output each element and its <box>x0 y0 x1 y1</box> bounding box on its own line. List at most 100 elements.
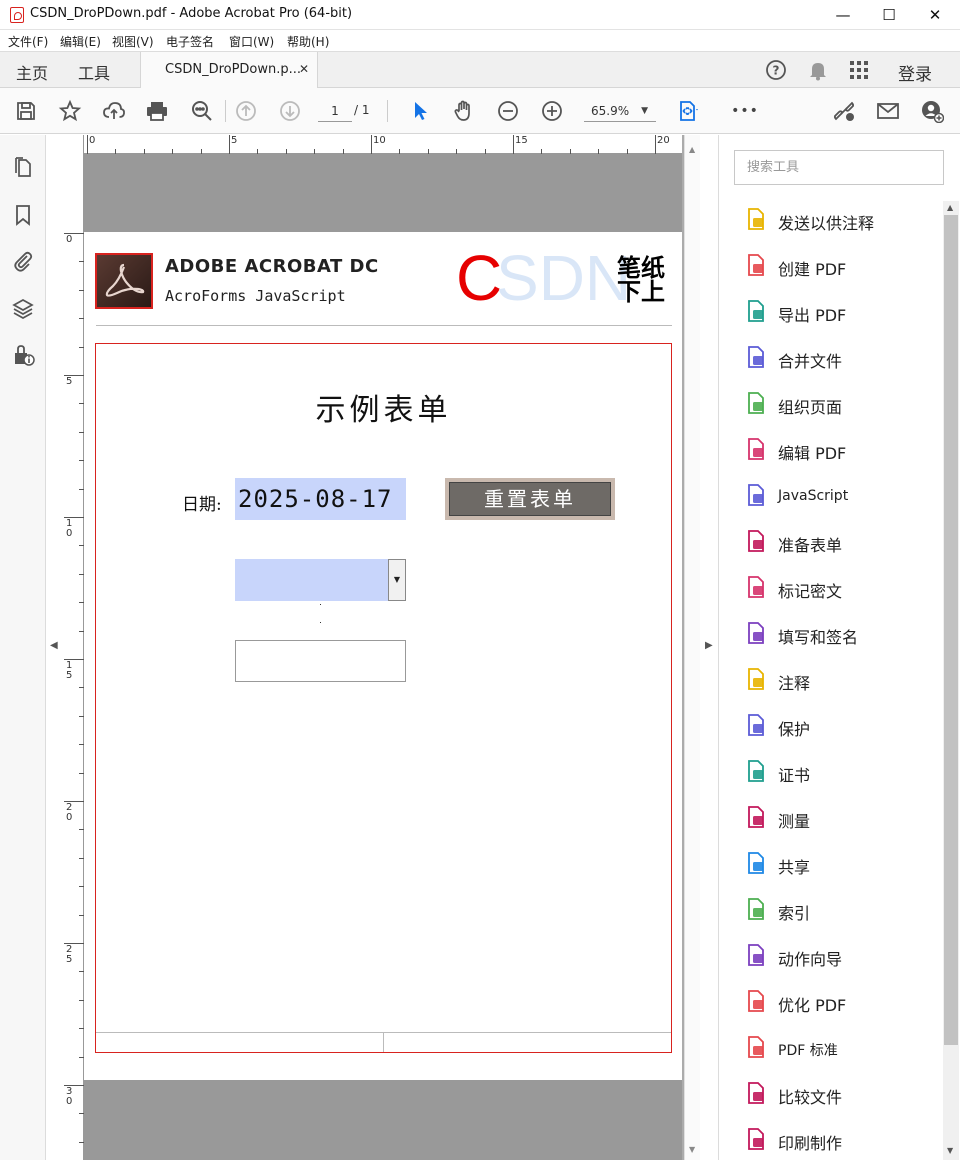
comment-icon <box>744 667 768 691</box>
tool-item[interactable]: 组织页面 <box>719 382 944 428</box>
edit-pdf-icon <box>744 437 768 461</box>
tool-item[interactable]: PDF 标准 <box>719 1026 944 1072</box>
search-tools-input[interactable]: 搜索工具 <box>734 150 944 185</box>
menu-bar: 文件(F) 编辑(E) 视图(V) 电子签名 窗口(W) 帮助(H) <box>0 30 960 52</box>
ruler-label: 5 <box>66 376 73 387</box>
menu-edit[interactable]: 编辑(E) <box>60 33 101 50</box>
scroll-up-icon[interactable]: ▲ <box>689 145 695 154</box>
tool-item[interactable]: 优化 PDF <box>719 980 944 1026</box>
scroll-up-icon[interactable]: ▲ <box>947 203 953 212</box>
tool-label: 组织页面 <box>778 398 843 417</box>
help-icon[interactable]: ? <box>764 58 788 82</box>
tool-label: 索引 <box>778 904 811 923</box>
collapse-right-pane-icon[interactable]: ▶ <box>705 640 713 651</box>
tool-item[interactable]: 发送以供注释 <box>719 198 944 244</box>
hand-tool-icon[interactable] <box>450 97 478 125</box>
text-field[interactable] <box>235 640 406 682</box>
close-tab-icon[interactable]: ✕ <box>299 62 309 76</box>
tool-item[interactable]: 索引 <box>719 888 944 934</box>
tool-item[interactable]: 准备表单 <box>719 520 944 566</box>
apps-grid-icon[interactable] <box>847 58 871 82</box>
organize-pages-icon <box>744 391 768 415</box>
menu-file[interactable]: 文件(F) <box>8 33 48 50</box>
bookmarks-icon[interactable] <box>11 203 35 227</box>
more-options-icon[interactable]: ••• <box>731 97 759 125</box>
tab-tools[interactable]: 工具 <box>78 60 110 84</box>
tool-item[interactable]: 证书 <box>719 750 944 796</box>
page-gap <box>84 1080 682 1160</box>
layers-icon[interactable] <box>11 297 35 321</box>
main-toolbar: 1 / 1 65.9% ▼ ••• <box>0 88 960 134</box>
tool-item[interactable]: JavaScript <box>719 474 944 520</box>
collapse-left-pane-icon[interactable]: ◀ <box>50 640 58 651</box>
print-icon[interactable] <box>143 97 171 125</box>
security-info-icon[interactable] <box>11 343 35 367</box>
tool-item[interactable]: 测量 <box>719 796 944 842</box>
login-link[interactable]: 登录 <box>898 60 932 85</box>
tool-item[interactable]: 动作向导 <box>719 934 944 980</box>
tool-item[interactable]: 填写和签名 <box>719 612 944 658</box>
menu-help[interactable]: 帮助(H) <box>287 33 329 50</box>
tool-item[interactable]: 合并文件 <box>719 336 944 382</box>
chevron-down-icon: ▼ <box>641 106 648 116</box>
notification-bell-icon[interactable] <box>806 58 830 82</box>
document-view[interactable]: 0 5 10 15 20 051 01 52 02 53 0 ADOBE ACROBAT… <box>64 135 684 1160</box>
zoom-in-icon[interactable] <box>538 97 566 125</box>
left-navigation-pane <box>0 135 46 1160</box>
document-scrollbar[interactable]: ▲ ▼ <box>684 135 700 1160</box>
ruler-label: 0 <box>66 234 73 245</box>
attachments-icon[interactable] <box>11 249 35 273</box>
menu-view[interactable]: 视图(V) <box>112 33 154 50</box>
tool-label: JavaScript <box>778 488 849 504</box>
send-for-comments-icon <box>744 207 768 231</box>
tool-label: 优化 PDF <box>778 996 847 1015</box>
tool-item[interactable]: 比较文件 <box>719 1072 944 1118</box>
add-user-icon[interactable] <box>918 97 946 125</box>
scroll-down-icon[interactable]: ▼ <box>689 1145 695 1154</box>
menu-esign[interactable]: 电子签名 <box>166 33 214 50</box>
tool-item[interactable]: 导出 PDF <box>719 290 944 336</box>
tool-item[interactable]: 印刷制作 <box>719 1118 944 1164</box>
search-zoom-icon[interactable] <box>188 97 216 125</box>
date-field[interactable]: 2025-08-17 <box>235 478 406 520</box>
maximize-button[interactable]: ☐ <box>866 0 912 30</box>
select-cursor-icon[interactable] <box>406 97 434 125</box>
tool-label: 注释 <box>778 674 811 693</box>
next-page-icon[interactable] <box>276 97 304 125</box>
tool-item[interactable]: 保护 <box>719 704 944 750</box>
tools-pane-scrollbar[interactable]: ▲ ▼ <box>943 201 959 1160</box>
tool-item[interactable]: 创建 PDF <box>719 244 944 290</box>
marker-dot <box>320 604 321 605</box>
save-icon[interactable] <box>12 97 40 125</box>
page-fit-icon[interactable] <box>674 97 702 125</box>
minimize-button[interactable]: — <box>820 0 866 30</box>
menu-window[interactable]: 窗口(W) <box>229 33 274 50</box>
tool-item[interactable]: 注释 <box>719 658 944 704</box>
tool-label: 编辑 PDF <box>778 444 847 463</box>
tool-item[interactable]: 标记密文 <box>719 566 944 612</box>
tab-document[interactable]: CSDN_DroPDown.p... ✕ <box>140 52 318 88</box>
close-window-button[interactable]: ✕ <box>912 0 958 30</box>
tool-item[interactable]: 编辑 PDF <box>719 428 944 474</box>
dropdown-field[interactable]: ▼ <box>235 559 406 601</box>
tab-home[interactable]: 主页 <box>16 60 48 84</box>
scroll-down-icon[interactable]: ▼ <box>947 1146 953 1155</box>
zoom-level-select[interactable]: 65.9% ▼ <box>584 100 656 122</box>
reset-form-button[interactable]: 重置表单 <box>445 478 615 520</box>
dropdown-arrow-icon[interactable]: ▼ <box>388 559 406 601</box>
ruler-tick <box>371 135 372 154</box>
previous-page-icon[interactable] <box>232 97 260 125</box>
page-thumbnails-icon[interactable] <box>11 155 35 179</box>
page-number-input[interactable]: 1 <box>318 100 352 122</box>
zoom-out-icon[interactable] <box>494 97 522 125</box>
tool-item[interactable]: 共享 <box>719 842 944 888</box>
tool-label: PDF 标准 <box>778 1043 838 1059</box>
share-link-icon[interactable] <box>830 97 858 125</box>
cloud-upload-icon[interactable] <box>100 97 128 125</box>
toolbar-separator <box>387 100 388 122</box>
tab-bar: 主页 工具 CSDN_DroPDown.p... ✕ ? 登录 <box>0 52 960 88</box>
ruler-tick <box>655 135 656 154</box>
scrollbar-thumb[interactable] <box>944 215 958 1045</box>
email-icon[interactable] <box>874 97 902 125</box>
bookmark-star-icon[interactable] <box>56 97 84 125</box>
